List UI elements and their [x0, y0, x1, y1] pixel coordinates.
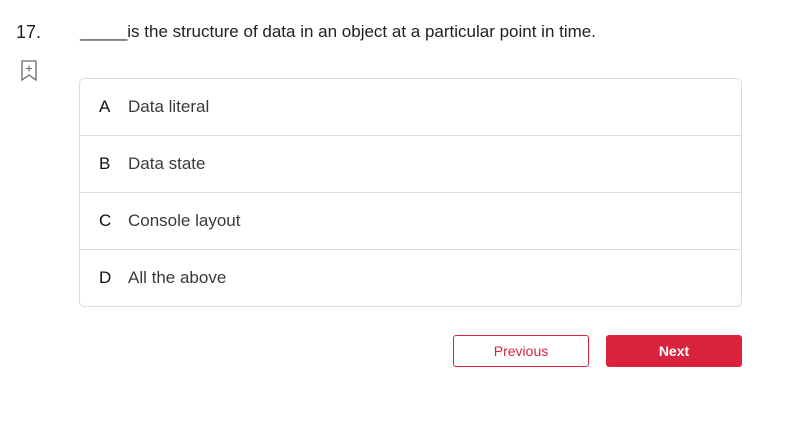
- question-text: _____is the structure of data in an obje…: [80, 22, 596, 41]
- option-letter: C: [99, 211, 112, 230]
- option-text: Console layout: [128, 211, 241, 230]
- answer-options: A Data literal B Data state C Console la…: [79, 78, 742, 307]
- option-letter: A: [99, 97, 111, 116]
- quiz-page: 17. _____is the structure of data in an …: [0, 0, 799, 436]
- option-b[interactable]: B Data state: [80, 136, 741, 193]
- previous-button[interactable]: Previous: [453, 335, 589, 367]
- question-number: 17.: [16, 22, 42, 42]
- option-d[interactable]: D All the above: [80, 250, 741, 306]
- option-text: Data literal: [128, 97, 210, 116]
- option-letter: B: [99, 154, 111, 173]
- option-letter: D: [99, 268, 112, 287]
- option-text: All the above: [128, 268, 227, 287]
- bookmark-add-icon[interactable]: [20, 60, 38, 82]
- option-c[interactable]: C Console layout: [80, 193, 741, 250]
- option-text: Data state: [128, 154, 206, 173]
- next-button[interactable]: Next: [606, 335, 742, 367]
- option-a[interactable]: A Data literal: [80, 79, 741, 136]
